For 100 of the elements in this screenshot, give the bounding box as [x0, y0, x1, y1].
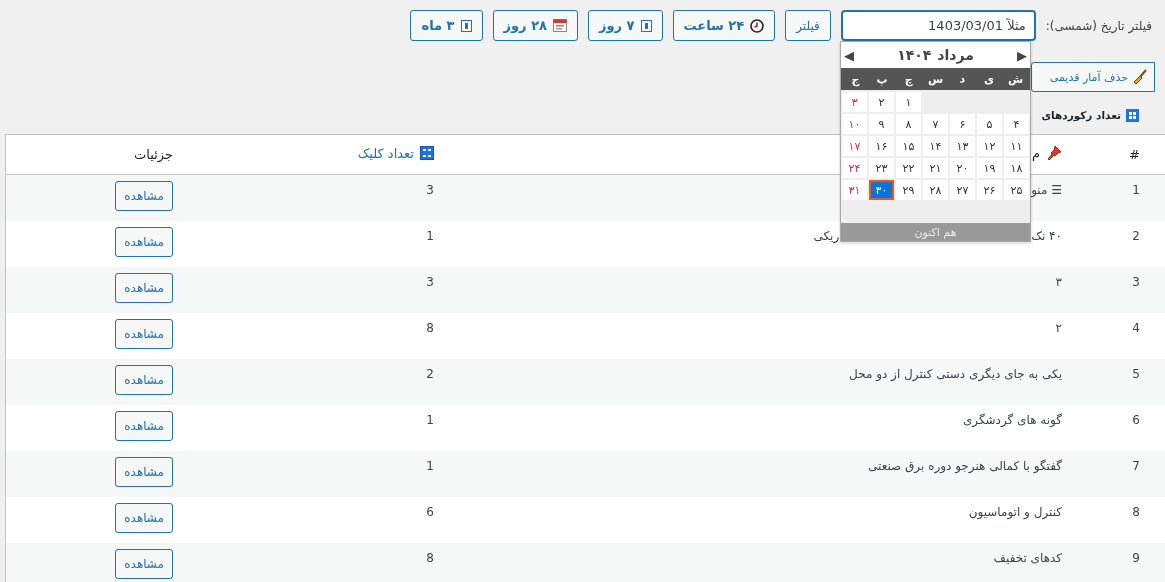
day-cell[interactable]: ۹ — [869, 114, 894, 134]
table-cell: 8 — [426, 320, 434, 335]
delete-stats-button[interactable]: حذف آمار قدیمی — [1031, 62, 1155, 92]
view-button[interactable]: مشاهده — [115, 410, 173, 441]
weekday-label: ی — [982, 72, 995, 86]
column-header: جزئیات — [134, 147, 173, 162]
table-cell: ریکی — [813, 228, 840, 243]
table-cell: 4 — [1132, 320, 1140, 335]
day-cell[interactable]: ۲۸ — [923, 180, 948, 200]
year-label: ۱۴۰۴ — [897, 47, 932, 63]
numbers-icon — [420, 146, 434, 161]
day-cell[interactable]: ۱۳ — [950, 136, 975, 156]
day-cell[interactable]: ۱۷ — [842, 136, 867, 156]
table-cell: گفتگو با کمالی هنرجو دوره برق صنعتی — [868, 458, 1062, 473]
table-cell: کدهای تخفیف — [993, 550, 1062, 565]
view-button[interactable]: مشاهده — [115, 548, 173, 579]
weekday-label: س — [926, 72, 945, 86]
day-cell[interactable]: ۱۹ — [977, 158, 1002, 178]
table-cell: ۳ — [1055, 274, 1062, 289]
pushpin-icon — [1046, 145, 1062, 161]
table-cell: 2 — [1132, 228, 1140, 243]
view-button[interactable]: مشاهده — [115, 364, 173, 395]
table-cell: 6 — [1132, 412, 1140, 427]
day-cell[interactable]: ۲ — [869, 92, 894, 112]
view-button[interactable]: مشاهده — [115, 456, 173, 487]
column-header: م — [1031, 145, 1040, 161]
day-cell[interactable]: ۱۴ — [923, 136, 948, 156]
table-cell: 2 — [426, 366, 434, 381]
view-button[interactable]: مشاهده — [115, 502, 173, 533]
table-cell: 8 — [426, 550, 434, 565]
day-cell[interactable]: ۲۰ — [950, 158, 975, 178]
day-cell[interactable]: ۱۸ — [1004, 158, 1029, 178]
next-month-button[interactable]: ▶ — [1017, 47, 1027, 63]
clock-icon — [750, 18, 765, 33]
weekday-label: ش — [1007, 72, 1025, 86]
weekday-label: پ — [875, 72, 889, 86]
weekday-label: د — [958, 72, 967, 86]
range-button[interactable]: ۲۴ ساعت — [672, 10, 776, 41]
grid-icon — [1126, 108, 1139, 122]
day-cell[interactable]: ۲۷ — [950, 180, 975, 200]
table-cell: 7 — [1132, 458, 1140, 473]
sort-link[interactable]: تعداد کلیک — [357, 145, 414, 161]
table-cell: کنترل و اتوماسیون — [968, 504, 1062, 519]
table-cell: ☰ منو — [1031, 183, 1062, 197]
day-cell[interactable]: ۲۳ — [869, 158, 894, 178]
day-cell[interactable]: ۱۰ — [842, 114, 867, 134]
date-field[interactable]: مثلاً 1403/03/01 — [840, 10, 1036, 41]
broom-icon — [1132, 69, 1148, 85]
view-button[interactable]: مشاهده — [115, 181, 173, 211]
month-label: مرداد — [937, 47, 974, 63]
view-button[interactable]: مشاهده — [115, 318, 173, 349]
day-cell[interactable]: ۳ — [842, 92, 867, 112]
day-cell[interactable]: ۳۱ — [842, 180, 867, 200]
day-cell[interactable]: ۲۱ — [923, 158, 948, 178]
day-cell[interactable]: ۱۵ — [896, 136, 921, 156]
day-cell[interactable]: ۲۵ — [1004, 180, 1029, 200]
weekday-label: چ — [903, 72, 914, 86]
day-cell[interactable]: ۴ — [1004, 114, 1029, 134]
day-cell[interactable]: ۱۲ — [977, 136, 1002, 156]
day-cell[interactable]: ۱ — [896, 92, 921, 112]
day-cell[interactable]: ۲۹ — [896, 180, 921, 200]
previous-month-button[interactable]: ◀ — [844, 47, 854, 63]
day-cell[interactable]: ۶ — [950, 114, 975, 134]
range-button[interactable]: ۷ روز — [588, 10, 663, 41]
table-cell: 3 — [426, 183, 434, 197]
day-cell[interactable]: ۱۶ — [869, 136, 894, 156]
table-cell: یکی به جای دیگری دستی کنترل از دو محل — [849, 366, 1062, 381]
filter-button[interactable]: فیلتر — [785, 10, 831, 41]
calendar-icon — [640, 19, 652, 32]
weekday-label: ج — [850, 72, 861, 86]
section-title: تعداد رکوردهای — [1041, 109, 1121, 121]
filter-label: فیلتر تاریخ (شمسی): — [1045, 18, 1152, 33]
day-cell[interactable]: ۵ — [977, 114, 1002, 134]
table-cell: گونه های گردشگری — [962, 412, 1062, 427]
table-cell: 1 — [426, 412, 434, 427]
table-cell: 3 — [426, 274, 434, 289]
day-cell[interactable]: ۱۱ — [1004, 136, 1029, 156]
day-cell[interactable]: ۸ — [896, 114, 921, 134]
table-cell: 1 — [426, 458, 434, 473]
table-cell: 1 — [426, 228, 434, 243]
day-cell[interactable]: ۲۶ — [977, 180, 1002, 200]
column-header: # — [1129, 147, 1140, 162]
day-cell[interactable]: ۲۴ — [842, 158, 867, 178]
table-cell: ۲ — [1055, 320, 1062, 335]
day-cell[interactable]: ۷ — [923, 114, 948, 134]
day-cell[interactable]: ۲۲ — [896, 158, 921, 178]
table-cell: 9 — [1132, 550, 1140, 565]
table-cell: 6 — [426, 504, 434, 519]
view-button[interactable]: مشاهده — [115, 226, 173, 257]
range-button[interactable]: ۳ ماه — [410, 10, 483, 41]
table-cell: 8 — [1132, 504, 1140, 519]
range-button[interactable]: ۲۸ روز — [492, 10, 578, 41]
calendar-icon — [553, 19, 567, 32]
calendar-icon — [460, 19, 472, 32]
day-cell[interactable]: ۳۰ — [869, 180, 894, 200]
table-cell: 3 — [1132, 274, 1140, 289]
table-cell: 1 — [1132, 183, 1140, 197]
table-cell: 5 — [1132, 366, 1140, 381]
table-cell: ۴۰ نک — [1031, 228, 1062, 243]
view-button[interactable]: مشاهده — [115, 272, 173, 303]
